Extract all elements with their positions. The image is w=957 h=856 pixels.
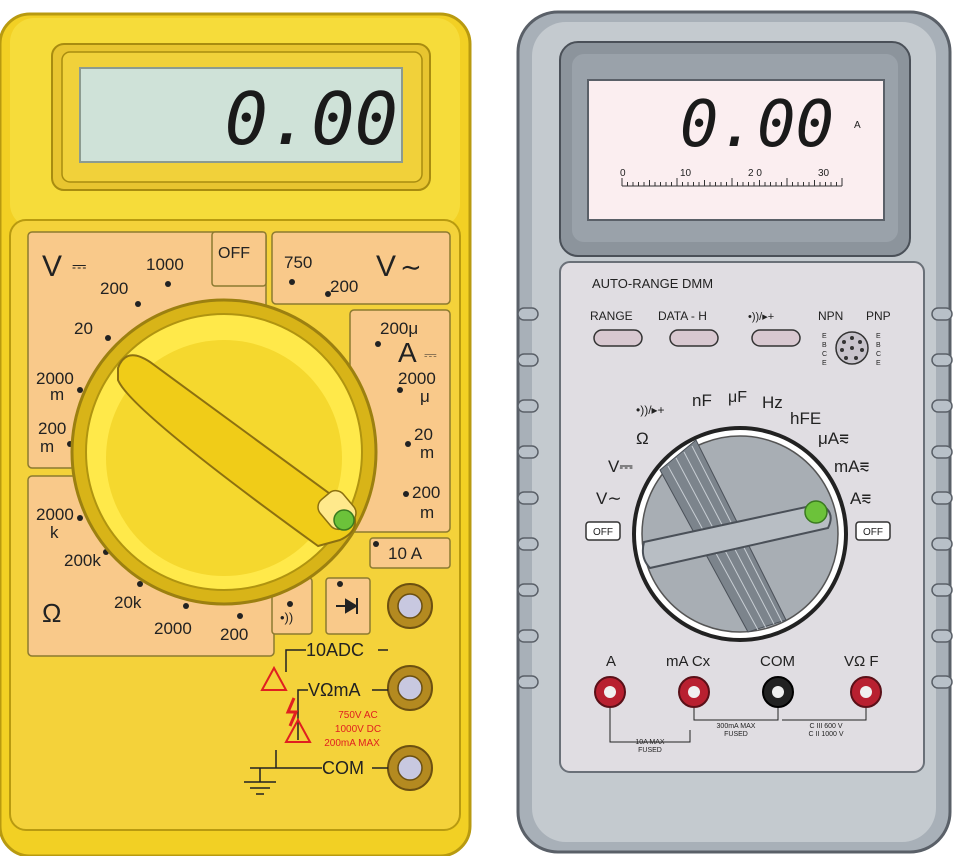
dial-hfe: hFE: [790, 409, 821, 428]
label-com: COM: [322, 758, 364, 778]
npn-label: NPN: [818, 309, 843, 323]
range-20ma: 20: [414, 425, 433, 444]
data-hold-button-label: DATA - H: [658, 309, 707, 323]
svg-text:B: B: [876, 342, 881, 349]
note-cat2: C II 1000 V: [808, 731, 843, 738]
range-20k: 20k: [114, 593, 142, 612]
right-dial-indicator: [804, 500, 828, 524]
svg-text:m: m: [50, 385, 64, 404]
svg-text:m: m: [420, 503, 434, 522]
range-750vac: 750: [284, 253, 312, 272]
dca-label: A: [398, 337, 417, 368]
scale-label-30: 30: [818, 168, 830, 179]
dial-vdc: V⎓: [608, 457, 633, 476]
dial-nf: nF: [692, 391, 712, 410]
left-jacks: [387, 583, 433, 791]
multimeters-illustration: 0.00 V ⎓ OFF V ∼ A ⎓ Ω 1000 200 20 2000 …: [0, 10, 953, 856]
jack-label-ma-cx: mA Cx: [666, 653, 711, 670]
svg-text:E: E: [876, 333, 881, 340]
svg-text:μ: μ: [420, 387, 430, 406]
data-hold-button[interactable]: [669, 329, 719, 347]
range-200ua: 200μ: [380, 319, 418, 338]
label-vohm-ma: VΩmA: [308, 680, 360, 700]
cont-diode-button-label: •))/▸+: [748, 311, 774, 323]
left-multimeter: 0.00 V ⎓ OFF V ∼ A ⎓ Ω 1000 200 20 2000 …: [0, 12, 472, 856]
scale-label-20: 2 0: [748, 168, 762, 179]
svg-text:E: E: [822, 333, 827, 340]
dial-ua: μA⩳: [818, 429, 849, 448]
range-200v: 200: [100, 279, 128, 298]
svg-text:B: B: [822, 342, 827, 349]
dial-ma: mA⩳: [834, 457, 870, 476]
warning-line-2: 1000V DC: [335, 724, 381, 735]
note-10a-max: 10A MAX: [635, 739, 665, 746]
note-10a-fused: FUSED: [638, 747, 662, 754]
warning-line-1: 750V AC: [338, 710, 377, 721]
range-button-label: RANGE: [590, 309, 633, 323]
svg-text:E: E: [876, 360, 881, 367]
right-lcd-unit: A: [854, 120, 861, 131]
range-10a: 10 A: [388, 544, 423, 563]
right-dial[interactable]: [632, 426, 848, 642]
dial-hz: Hz: [762, 393, 783, 412]
dial-vac: V∼: [596, 489, 622, 508]
label-10adc: 10ADC: [306, 640, 364, 660]
svg-text:k: k: [50, 523, 59, 542]
range-1000v: 1000: [146, 255, 184, 274]
range-200vac: 200: [330, 277, 358, 296]
ac-symbol: ∼: [400, 252, 422, 282]
range-200ma: 200: [412, 483, 440, 502]
acv-label: V: [376, 250, 396, 283]
range-20v: 20: [74, 319, 93, 338]
svg-text:m: m: [40, 437, 54, 456]
range-button[interactable]: [593, 329, 643, 347]
cont-diode-icon: •))/▸+: [636, 403, 665, 417]
range-200mv: 200: [38, 419, 66, 438]
dial-off-left: OFF: [593, 527, 613, 538]
svg-text:C: C: [822, 351, 827, 358]
jack-label-a: A: [606, 653, 616, 670]
note-cat3: C III 600 V: [809, 723, 842, 730]
range-200ohm: 200: [220, 625, 248, 644]
svg-text:C: C: [876, 351, 881, 358]
svg-text:m: m: [420, 443, 434, 462]
ohm-label: Ω: [42, 598, 61, 628]
scale-label-0: 0: [620, 168, 626, 179]
range-2000k: 2000: [36, 505, 74, 524]
right-multimeter: 0.00 A 0 10 2 0 30 AUTO-RANGE DMM RANGE …: [516, 10, 953, 854]
range-2000ohm: 2000: [154, 619, 192, 638]
range-200k: 200k: [64, 551, 101, 570]
note-300ma-fused: FUSED: [724, 731, 748, 738]
left-lcd-value: 0.00: [225, 77, 398, 161]
cont-diode-button[interactable]: [751, 329, 801, 347]
jack-label-vohm-f: VΩ F: [844, 653, 879, 670]
off-label: OFF: [218, 245, 250, 262]
warning-line-3: 200mA MAX: [324, 738, 380, 749]
note-300ma-max: 300mA MAX: [717, 723, 756, 730]
scale-label-10: 10: [680, 168, 692, 179]
dial-a: A⩳: [850, 489, 871, 508]
range-2000ua: 2000: [398, 369, 436, 388]
svg-text:E: E: [822, 360, 827, 367]
dial-off-right: OFF: [863, 527, 883, 538]
dcv-label: V: [42, 250, 62, 283]
dc-symbol: ⎓: [72, 256, 86, 276]
pnp-label: PNP: [866, 309, 891, 323]
dial-uf: μF: [728, 389, 747, 406]
left-dial-indicator: [333, 509, 355, 531]
brand-label: AUTO-RANGE DMM: [592, 276, 713, 291]
dca-symbol: ⎓: [424, 347, 437, 364]
jack-label-com: COM: [760, 653, 795, 670]
dial-ohm: Ω: [636, 429, 649, 448]
right-lcd-value: 0.00: [680, 88, 834, 162]
continuity-icon: •)): [280, 610, 293, 625]
